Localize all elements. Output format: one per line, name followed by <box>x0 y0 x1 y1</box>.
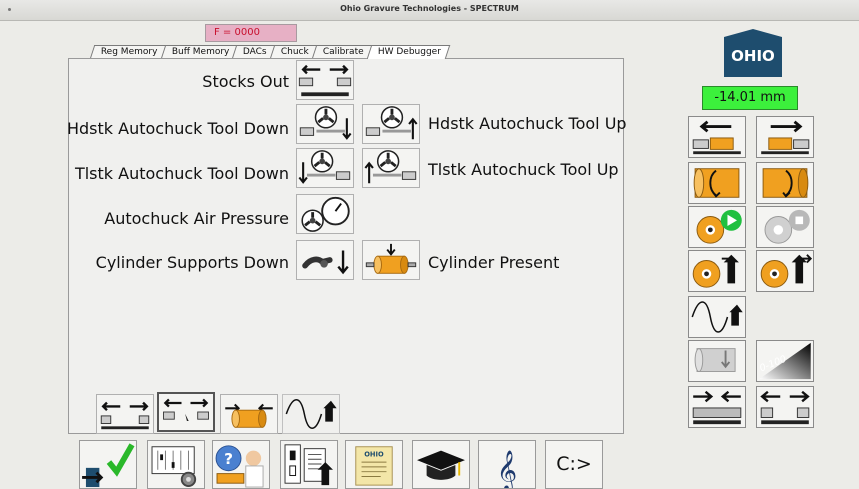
help-icon: ? <box>215 445 264 488</box>
tlstk-tool-down-label: Tlstk Autochuck Tool Down <box>74 164 289 183</box>
head-retract-button[interactable] <box>688 250 746 292</box>
svg-text:𝄞: 𝄞 <box>497 450 517 488</box>
cylinder-present-icon <box>225 403 273 428</box>
scale-0-100-button[interactable]: 0-100 <box>756 340 814 382</box>
spindle-stop-button[interactable] <box>756 206 814 248</box>
svg-text:OHIO: OHIO <box>364 450 384 458</box>
checkmark-icon <box>82 443 135 488</box>
position-readout: -14.01 mm <box>702 86 798 110</box>
cylinder-present-button[interactable] <box>362 240 420 280</box>
stocks-out-icon <box>692 390 742 425</box>
window-title: Ohio Gravure Technologies - SPECTRUM <box>340 4 519 13</box>
command-prompt-button[interactable]: C:> <box>545 440 603 489</box>
svg-text:?: ? <box>224 450 233 468</box>
supports-down-label: Cylinder Supports Down <box>95 253 289 272</box>
stocks-out-icon <box>298 64 352 97</box>
cylinder-supports-down-button[interactable] <box>296 240 354 280</box>
tlstk-tool-up-label: Tlstk Autochuck Tool Up <box>428 160 619 179</box>
stocks-in-panel-button[interactable] <box>96 394 154 434</box>
stocks-out-button[interactable] <box>296 60 354 100</box>
headstock-icon <box>692 254 739 288</box>
tab-buff-memory[interactable]: Buff Memory <box>160 45 239 59</box>
training-button[interactable] <box>412 440 470 489</box>
treble-clef-icon: 𝄞 <box>497 450 517 488</box>
cylinder-clamp-panel-button[interactable] <box>220 394 278 434</box>
scroll-icon: OHIO <box>355 446 393 486</box>
document-icon <box>284 444 333 486</box>
rotate-icon <box>694 348 736 372</box>
hdstk-tool-up-button[interactable] <box>362 104 420 144</box>
hdstk-tool-down-label: Hdstk Autochuck Tool Down <box>66 119 289 138</box>
tlstk-tool-up-button[interactable] <box>362 148 420 188</box>
cylinder-present-icon <box>365 243 417 274</box>
play-icon <box>696 209 742 244</box>
spindle-start-button[interactable] <box>688 206 746 248</box>
tlstk-tool-down-button[interactable] <box>296 148 354 188</box>
pressure-gauge-icon <box>300 196 350 233</box>
rotate-cw-button[interactable] <box>756 162 814 204</box>
headstock-icon <box>760 254 813 288</box>
sine-test-button[interactable] <box>688 296 746 338</box>
sine-wave-icon <box>691 301 743 333</box>
feed-readout: F = 0000 <box>205 24 297 42</box>
sine-wave-icon <box>285 398 337 430</box>
cylinder-jog-button[interactable] <box>688 340 746 382</box>
rotate-icon <box>762 168 809 198</box>
title-bar: Ohio Gravure Technologies - SPECTRUM <box>0 0 859 21</box>
stocks-out-panel-button[interactable] <box>157 392 215 432</box>
rotate-ccw-button[interactable] <box>688 162 746 204</box>
stocks-in-button[interactable] <box>688 386 746 428</box>
cylinder-support-icon <box>302 250 349 275</box>
stocks-out-right-button[interactable] <box>756 386 814 428</box>
air-pressure-label: Autochuck Air Pressure <box>104 209 289 228</box>
gear-icon <box>151 446 197 488</box>
stop-icon <box>764 209 810 244</box>
stocks-out-icon <box>100 401 150 430</box>
air-pressure-button[interactable] <box>296 194 354 234</box>
tailstock-icon <box>761 120 810 155</box>
tab-calibrate[interactable]: Calibrate <box>311 45 373 59</box>
help-button[interactable]: ? <box>212 440 270 489</box>
stocks-out-label: Stocks Out <box>202 72 289 91</box>
tab-reg-memory[interactable]: Reg Memory <box>89 45 167 59</box>
head-engage-button[interactable] <box>756 250 814 292</box>
headstock-left-button[interactable] <box>688 116 746 158</box>
graduation-cap-icon <box>417 450 465 480</box>
headstock-icon <box>692 120 741 155</box>
tab-bar: Reg Memory Buff Memory DACs Chuck Calibr… <box>89 45 450 59</box>
tab-hw-debugger[interactable]: HW Debugger <box>366 45 450 59</box>
hdstk-tool-down-button[interactable] <box>296 104 354 144</box>
cylinder-present-label: Cylinder Present <box>428 253 560 272</box>
tab-chuck[interactable]: Chuck <box>269 45 318 59</box>
stocks-out-icon <box>760 390 810 425</box>
document-button[interactable] <box>280 440 338 489</box>
chuck-tool-up-icon <box>365 105 418 140</box>
sine-scope-panel-button[interactable] <box>282 394 340 434</box>
ohio-logo: OHIO <box>724 29 782 77</box>
chuck-tool-down-icon <box>299 105 352 140</box>
stocks-out-icon <box>163 398 209 421</box>
exit-button[interactable] <box>79 440 137 489</box>
tailstock-right-button[interactable] <box>756 116 814 158</box>
chuck-tool-down-icon <box>298 149 351 184</box>
license-button[interactable]: OHIO <box>345 440 403 489</box>
svg-text:OHIO: OHIO <box>731 47 775 65</box>
command-prompt-label: C:> <box>556 453 592 475</box>
rotate-icon <box>693 168 740 198</box>
hdstk-tool-up-label: Hdstk Autochuck Tool Up <box>428 114 627 133</box>
sound-button[interactable]: 𝄞 <box>478 440 536 489</box>
chuck-tool-up-icon <box>364 149 417 184</box>
scale-icon: 0-100 <box>758 342 811 380</box>
settings-button[interactable] <box>147 440 205 489</box>
